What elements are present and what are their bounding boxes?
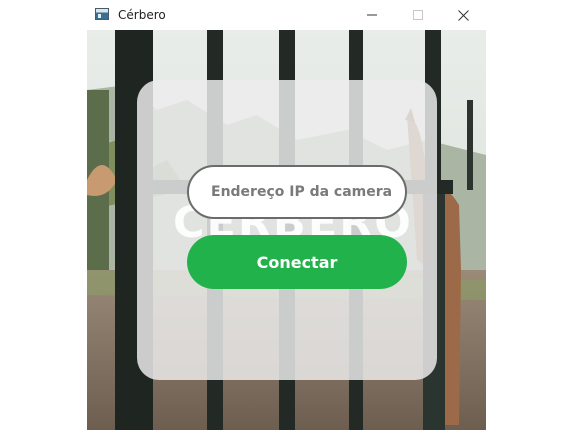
close-button[interactable] — [440, 0, 486, 30]
camera-ip-input[interactable] — [187, 165, 407, 219]
app-window: Cérbero CÉRBERO Endereço IP da camera Co… — [87, 0, 486, 430]
maximize-icon — [413, 10, 423, 20]
minimize-icon — [367, 14, 377, 16]
app-window-icon — [95, 8, 109, 20]
login-screen: CÉRBERO Conectar — [87, 30, 486, 430]
title-bar[interactable]: Cérbero — [87, 0, 486, 30]
maximize-button[interactable] — [395, 0, 441, 30]
close-icon — [457, 9, 469, 21]
minimize-button[interactable] — [349, 0, 395, 30]
connect-button[interactable]: Conectar — [187, 235, 407, 289]
window-title: Cérbero — [118, 8, 166, 22]
